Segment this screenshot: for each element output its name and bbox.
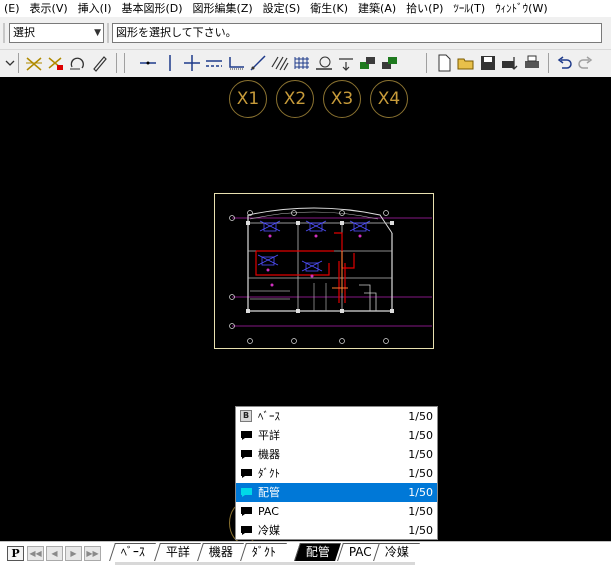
menu-window[interactable]: ｳｨﾝﾄﾞｳ(W)	[491, 0, 553, 17]
floor-plan-drawing[interactable]	[214, 193, 434, 349]
toolbar	[0, 50, 611, 76]
menu-takeoff[interactable]: 拾い(P)	[402, 0, 449, 17]
rotate-icon[interactable]	[68, 53, 88, 73]
toolbar-grip[interactable]	[107, 23, 109, 43]
open-folder-icon[interactable]	[456, 53, 476, 73]
prev-tab-icon[interactable]: ◀	[46, 546, 63, 561]
pen-icon[interactable]	[90, 53, 110, 73]
layer-scale: 1/50	[408, 410, 433, 423]
grid-label-x2[interactable]: X2	[276, 80, 314, 118]
layer-name: 平詳	[258, 429, 280, 442]
layer-item-pac[interactable]: PAC 1/50	[236, 502, 437, 521]
layer-scale: 1/50	[408, 486, 433, 499]
tab-heisho[interactable]: 平詳	[154, 543, 201, 561]
tab-base[interactable]: ﾍﾞｰｽ	[109, 543, 156, 561]
layer-name: PAC	[258, 505, 279, 518]
layer-item-duct[interactable]: ﾀﾞｸﾄ 1/50	[236, 464, 437, 483]
cross-line-icon[interactable]	[182, 53, 202, 73]
menu-settings[interactable]: 設定(S)	[259, 0, 307, 17]
last-tab-icon[interactable]: ▶▶	[84, 546, 101, 561]
layer-icon	[241, 526, 252, 535]
layer-name: 冷媒	[258, 524, 280, 537]
command-bar: 選択 ▼ 図形を選択して下さい。	[0, 18, 611, 50]
print-icon[interactable]	[522, 53, 542, 73]
layer-move-icon[interactable]	[358, 53, 378, 73]
layer-scale: 1/50	[408, 505, 433, 518]
menu-edit[interactable]: (E)	[0, 0, 26, 17]
layer-scale: 1/50	[408, 524, 433, 537]
layer-icon	[241, 469, 252, 478]
layer-scale: 1/50	[408, 429, 433, 442]
grid-label-x4[interactable]: X4	[370, 80, 408, 118]
layer-item-refrigerant[interactable]: 冷媒 1/50	[236, 521, 437, 540]
menu-shape-edit[interactable]: 図形編集(Z)	[189, 0, 259, 17]
layer-name: ﾍﾞｰｽ	[258, 410, 280, 423]
toolbar-grip[interactable]	[3, 23, 5, 43]
step-line-icon[interactable]	[226, 53, 246, 73]
next-tab-icon[interactable]: ▶	[65, 546, 82, 561]
menu-view[interactable]: 表示(V)	[26, 0, 74, 17]
undo-icon[interactable]	[554, 53, 574, 73]
layer-icon	[241, 450, 252, 459]
tab-refrigerant[interactable]: 冷媒	[373, 543, 420, 561]
tab-piping[interactable]: 配管	[294, 543, 341, 561]
snap-cross-red-icon[interactable]	[46, 53, 66, 73]
layer-icon	[241, 431, 252, 440]
arrow-line-icon[interactable]	[336, 53, 356, 73]
diagonal-line-icon[interactable]	[248, 53, 268, 73]
tab-kiki[interactable]: 機器	[197, 543, 244, 561]
grid-label-x3[interactable]: X3	[323, 80, 361, 118]
layer-scale: 1/50	[408, 448, 433, 461]
page-button[interactable]: P	[7, 546, 24, 561]
mode-select[interactable]: 選択 ▼	[9, 23, 104, 43]
layer-item-piping[interactable]: 配管 1/50	[236, 483, 437, 502]
horizontal-line-icon[interactable]	[138, 53, 158, 73]
layer-copy-icon[interactable]	[380, 53, 400, 73]
tab-duct[interactable]: ﾀﾞｸﾄ	[240, 543, 287, 561]
snap-cross-icon[interactable]	[24, 53, 44, 73]
layer-name: ﾀﾞｸﾄ	[258, 467, 280, 480]
dashed-line-icon[interactable]	[204, 53, 224, 73]
grid-hatch-icon[interactable]	[292, 53, 312, 73]
base-layer-icon: B	[240, 410, 252, 422]
menu-tools[interactable]: ﾂｰﾙ(T)	[449, 0, 491, 17]
menu-architecture[interactable]: 建築(A)	[354, 0, 402, 17]
first-tab-icon[interactable]: ◀◀	[27, 546, 44, 561]
mode-select-value: 選択	[13, 26, 35, 39]
layer-item-base[interactable]: B ﾍﾞｰｽ 1/50	[236, 407, 437, 426]
redo-icon[interactable]	[576, 53, 596, 73]
layer-icon	[241, 507, 252, 516]
menu-insert[interactable]: 挿入(I)	[74, 0, 118, 17]
save-icon[interactable]	[478, 53, 498, 73]
layer-list-popup: B ﾍﾞｰｽ 1/50 平詳 1/50 機器 1/50 ﾀﾞｸﾄ 1/50 配管…	[235, 406, 438, 540]
layer-name: 配管	[258, 486, 280, 499]
print-setup-icon[interactable]	[500, 53, 520, 73]
measure-icon[interactable]	[314, 53, 334, 73]
hatch-icon[interactable]	[270, 53, 290, 73]
layer-item-heisho[interactable]: 平詳 1/50	[236, 426, 437, 445]
new-file-icon[interactable]	[434, 53, 454, 73]
menu-bar: (E) 表示(V) 挿入(I) 基本図形(D) 図形編集(Z) 設定(S) 衛生…	[0, 0, 611, 17]
chevron-down-icon[interactable]	[0, 53, 15, 73]
layer-scale: 1/50	[408, 467, 433, 480]
active-layer-icon	[241, 488, 252, 497]
layer-item-kiki[interactable]: 機器 1/50	[236, 445, 437, 464]
layer-name: 機器	[258, 448, 280, 461]
command-prompt: 図形を選択して下さい。	[112, 23, 602, 43]
grid-label-x1[interactable]: X1	[229, 80, 267, 118]
menu-basic-shape[interactable]: 基本図形(D)	[117, 0, 188, 17]
layer-tab-strip: P ◀◀ ◀ ▶ ▶▶ ﾍﾞｰｽ 平詳 機器 ﾀﾞｸﾄ 配管 PAC 冷媒	[0, 541, 611, 566]
vertical-line-icon[interactable]	[160, 53, 180, 73]
menu-sanitary[interactable]: 衛生(K)	[306, 0, 354, 17]
chevron-down-icon[interactable]: ▼	[94, 24, 101, 42]
